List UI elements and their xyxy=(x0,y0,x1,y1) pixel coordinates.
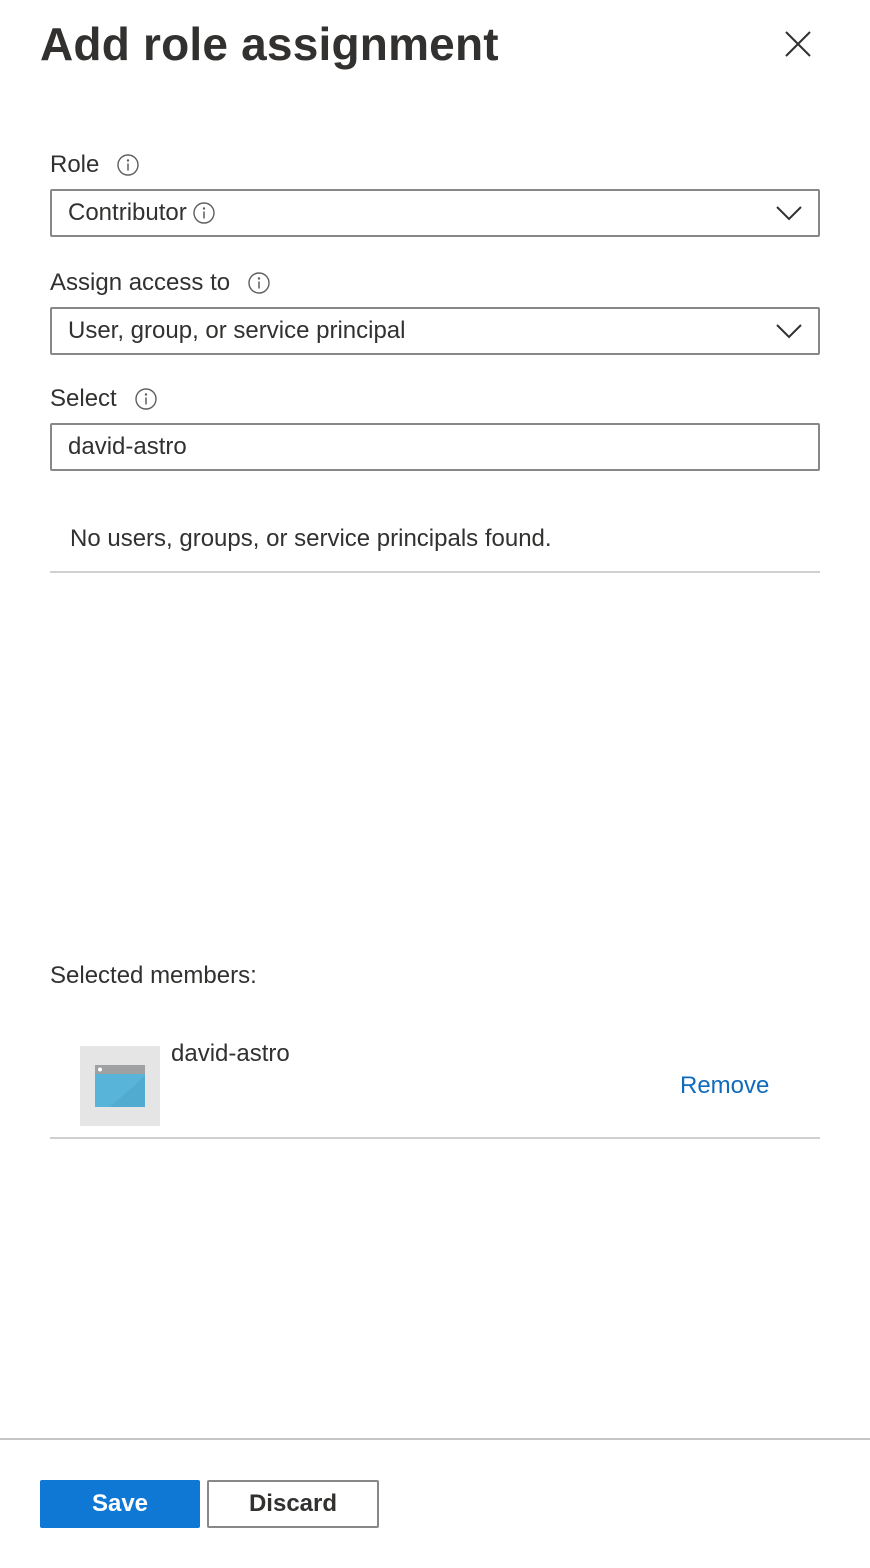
role-dropdown[interactable]: Contributor xyxy=(50,189,820,237)
members-divider xyxy=(50,1137,820,1139)
info-icon[interactable] xyxy=(117,154,140,176)
role-label-row: Role xyxy=(50,150,140,180)
info-icon[interactable] xyxy=(193,202,215,224)
footer-divider xyxy=(0,1438,870,1440)
assign-access-dropdown[interactable]: User, group, or service principal xyxy=(50,307,820,355)
no-results-message: No users, groups, or service principals … xyxy=(70,525,552,552)
results-divider xyxy=(50,571,820,573)
role-value: Contributor xyxy=(68,199,187,226)
role-label: Role xyxy=(50,151,100,178)
select-label: Select xyxy=(50,385,117,412)
assign-access-label-row: Assign access to xyxy=(50,268,270,298)
panel-title: Add role assignment xyxy=(40,18,499,70)
chevron-down-icon[interactable] xyxy=(774,319,804,343)
select-search-field[interactable] xyxy=(50,423,820,471)
member-name: david-astro xyxy=(171,1040,290,1067)
remove-member-link[interactable]: Remove xyxy=(680,1072,769,1100)
select-label-row: Select xyxy=(50,384,157,414)
info-icon[interactable] xyxy=(135,388,157,410)
assign-access-label: Assign access to xyxy=(50,269,231,296)
select-search-input[interactable] xyxy=(52,426,810,468)
save-button[interactable]: Save xyxy=(40,1480,200,1528)
discard-button[interactable]: Discard xyxy=(207,1480,379,1528)
info-icon[interactable] xyxy=(248,272,270,294)
app-window-icon xyxy=(80,1046,160,1126)
close-icon[interactable] xyxy=(782,28,814,60)
chevron-down-icon[interactable] xyxy=(774,201,804,225)
selected-members-label: Selected members: xyxy=(50,962,257,989)
assign-access-value: User, group, or service principal xyxy=(68,317,406,344)
